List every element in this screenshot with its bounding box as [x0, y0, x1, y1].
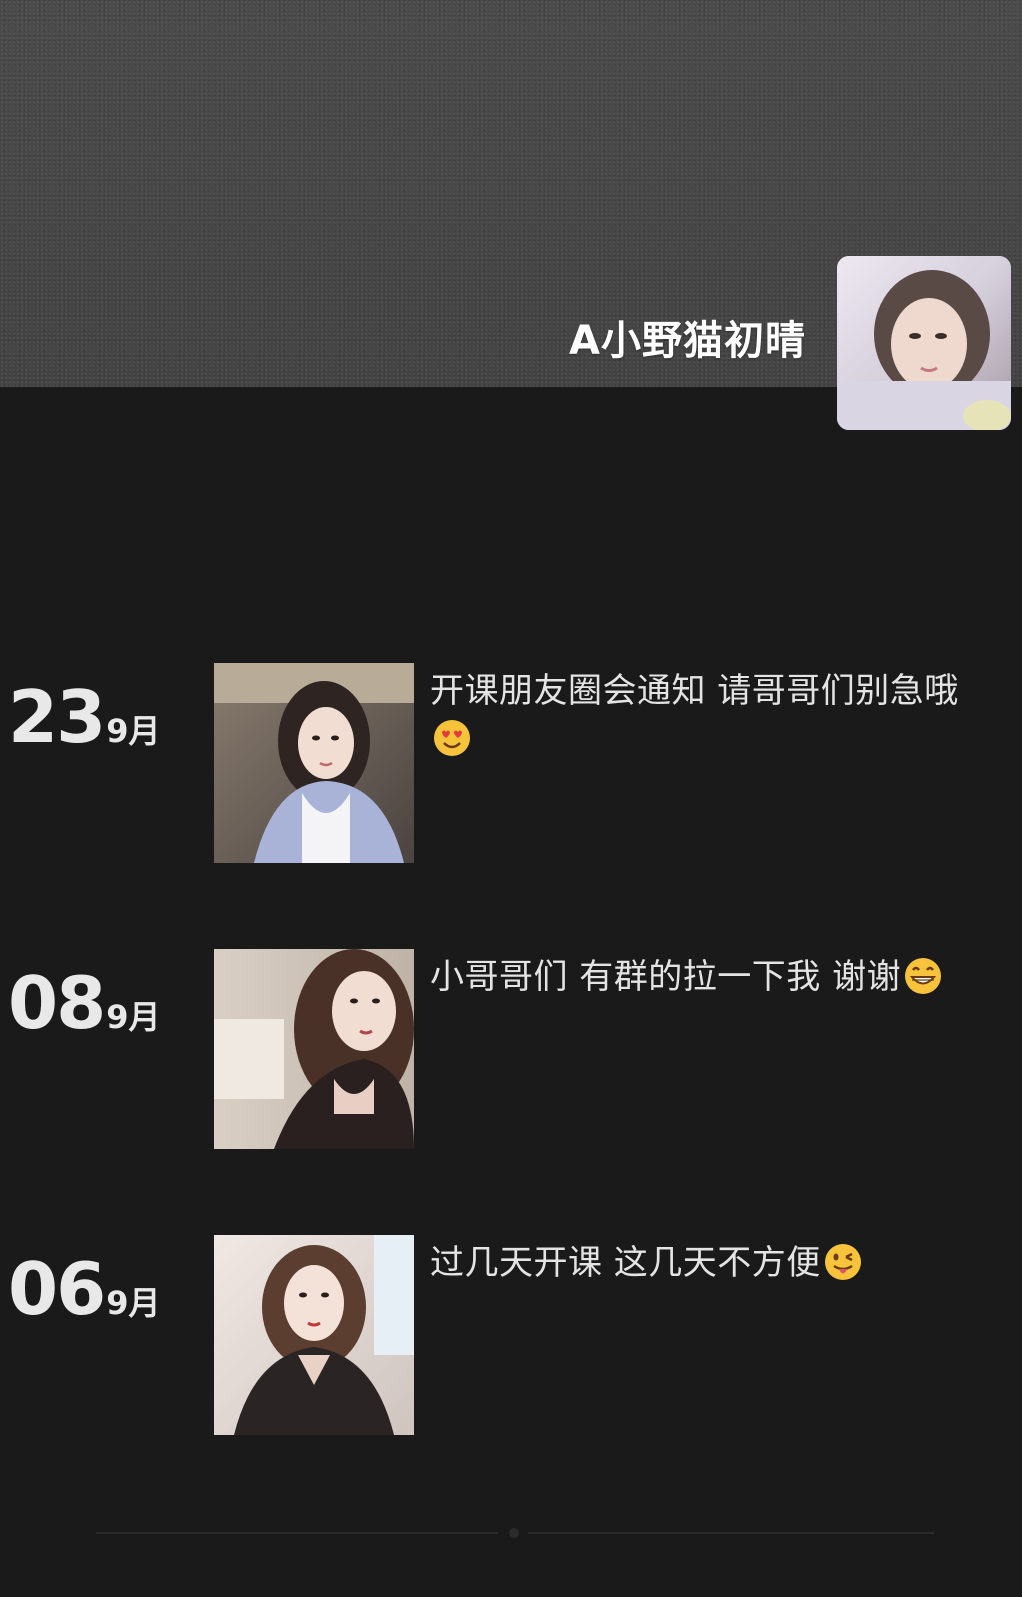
moment-post-3[interactable]: 069月 过几天开课 这几天不方便 — [0, 1235, 1022, 1435]
post-date-month: 9月 — [106, 998, 161, 1036]
post-text-content: 开课朋友圈会通知 请哥哥们别急哦 — [430, 671, 959, 711]
post-text-content: 小哥哥们 有群的拉一下我 谢谢 — [430, 957, 902, 997]
post-date-day: 08 — [8, 961, 106, 1045]
post-text-content: 过几天开课 这几天不方便 — [430, 1243, 821, 1283]
profile-name[interactable]: A小野猫初晴 — [569, 308, 806, 366]
avatar-photo — [837, 256, 1011, 430]
post-text: 过几天开课 这几天不方便 — [430, 1239, 1015, 1287]
feed-end-divider — [96, 1527, 934, 1539]
divider-line-left — [96, 1532, 498, 1534]
post-date-month: 9月 — [106, 712, 161, 750]
moment-post-2[interactable]: 089月 小哥哥们 有群的拉一下我 谢谢 — [0, 949, 1022, 1149]
winking-tongue-emoji-icon — [824, 1244, 861, 1280]
post-date: 069月 — [8, 1247, 160, 1331]
post-photo[interactable] — [214, 949, 414, 1149]
grinning-emoji-icon — [905, 958, 942, 994]
post-date-month: 9月 — [106, 1284, 161, 1322]
moment-post-1[interactable]: 239月 开课朋友圈会通知 请哥哥们别急哦 — [0, 663, 1022, 863]
post-text: 小哥哥们 有群的拉一下我 谢谢 — [430, 953, 1015, 1001]
heart-eyes-emoji-icon — [434, 720, 470, 756]
divider-dot — [509, 1528, 519, 1538]
post-date-day: 06 — [8, 1247, 106, 1331]
post-date: 089月 — [8, 961, 160, 1045]
post-text: 开课朋友圈会通知 请哥哥们别急哦 — [430, 667, 1015, 763]
profile-avatar[interactable] — [837, 256, 1011, 430]
post-photo[interactable] — [214, 1235, 414, 1435]
post-date: 239月 — [8, 675, 160, 759]
divider-line-right — [528, 1532, 934, 1534]
post-date-day: 23 — [8, 675, 106, 759]
post-photo[interactable] — [214, 663, 414, 863]
